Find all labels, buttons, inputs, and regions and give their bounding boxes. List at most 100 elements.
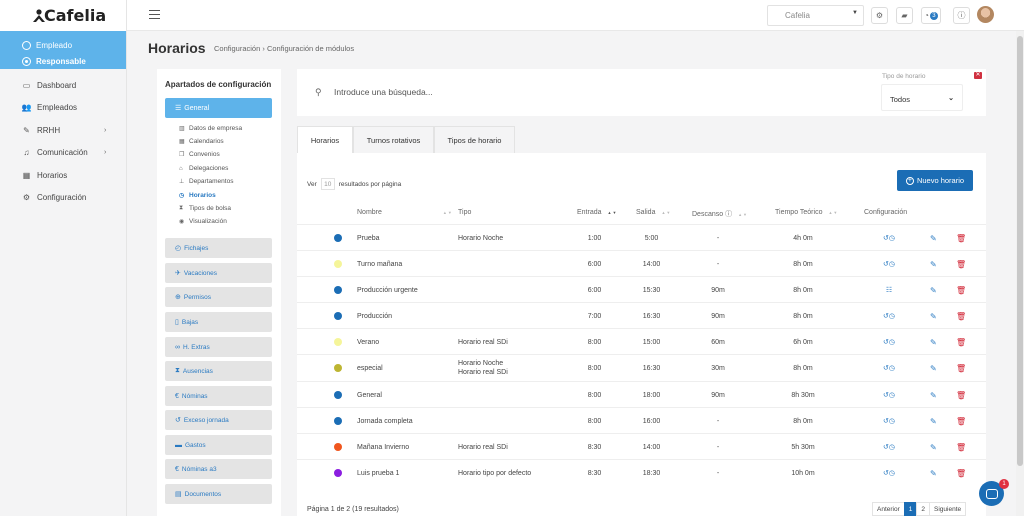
- section-label: Fichajes: [184, 244, 209, 252]
- schedules-card: Ver 10 resultados por página + Nuevo hora…: [297, 153, 986, 516]
- scrollbar-thumb[interactable]: [1017, 36, 1023, 466]
- messages-button[interactable]: ▰: [896, 7, 913, 24]
- clear-filter-icon[interactable]: ✕: [974, 72, 982, 79]
- edit-icon[interactable]: ✎: [930, 355, 937, 381]
- tab-turnos-rotativos[interactable]: Turnos rotativos: [353, 126, 434, 153]
- app-logo[interactable]: Cafelia: [0, 0, 126, 31]
- trash-icon[interactable]: 🗑: [956, 303, 966, 329]
- edit-icon[interactable]: ✎: [930, 408, 937, 434]
- section-nominas[interactable]: € Nóminas: [165, 386, 272, 406]
- history-icon[interactable]: ↺◷: [879, 460, 899, 486]
- col-nombre[interactable]: Nombre ▲▼: [357, 209, 453, 216]
- subitem-datos-empresa[interactable]: ▥ Datos de empresa: [179, 125, 242, 132]
- calendar-icon: ▦: [179, 139, 185, 145]
- section-ausencias[interactable]: ⧗ Ausencias: [165, 361, 272, 381]
- table-row: Jornada completa 8:00 16:00 - 8h 0m ↺◷ ✎ 🗑: [297, 407, 986, 433]
- nav-configuracion[interactable]: ⚙ Configuración: [0, 187, 126, 210]
- search-input[interactable]: Introduce una búsqueda...: [334, 87, 433, 97]
- edit-icon[interactable]: ✎: [930, 277, 937, 303]
- section-documentos[interactable]: ▤ Documentos: [165, 484, 272, 504]
- section-vacaciones[interactable]: ✈ Vacaciones: [165, 263, 272, 283]
- subitem-horarios[interactable]: ◷ Horarios: [179, 192, 216, 199]
- role-responsable[interactable]: Responsable: [0, 53, 126, 69]
- nav-horarios[interactable]: ▦ Horarios: [0, 164, 126, 187]
- settings-button[interactable]: ⚙: [871, 7, 888, 24]
- trash-icon[interactable]: 🗑: [956, 434, 966, 460]
- history-icon[interactable]: ↺◷: [879, 225, 899, 251]
- tab-tipos-horario[interactable]: Tipos de horario: [434, 126, 515, 153]
- section-label: Nóminas a3: [181, 465, 217, 473]
- subitem-convenios[interactable]: ❐ Convenios: [179, 151, 220, 158]
- page-1-button[interactable]: 1: [903, 502, 918, 516]
- col-tiempo-teorico[interactable]: Tiempo Teórico ▲▼: [775, 209, 838, 216]
- trash-icon[interactable]: 🗑: [956, 251, 966, 277]
- trash-icon[interactable]: 🗑: [956, 382, 966, 408]
- section-gastos[interactable]: ▬ Gastos: [165, 435, 272, 455]
- section-fichajes[interactable]: ◴ Fichajes: [165, 238, 272, 258]
- trash-icon[interactable]: 🗑: [956, 277, 966, 303]
- page-2-button[interactable]: 2: [916, 502, 931, 516]
- config-panel: Apartados de configuración ☰ General ▥ Dat…: [157, 69, 281, 516]
- trash-icon[interactable]: 🗑: [956, 329, 966, 355]
- nav-empleados[interactable]: 👥 Empleados: [0, 97, 126, 120]
- role-empleado[interactable]: Empleado: [0, 37, 126, 53]
- col-salida[interactable]: Salida ▲▼: [636, 209, 671, 216]
- subitem-tipos-bolsa[interactable]: ⧗ Tipos de bolsa: [179, 205, 231, 212]
- nav-rrhh[interactable]: ✎ RRHH ›: [0, 119, 126, 142]
- menu-icon[interactable]: [149, 10, 160, 19]
- history-icon[interactable]: ↺◷: [879, 251, 899, 277]
- section-general[interactable]: ☰ General: [165, 98, 272, 118]
- nav-label: Empleados: [37, 103, 78, 113]
- sliders-icon[interactable]: ☷: [879, 277, 899, 303]
- section-bajas[interactable]: ▯ Bajas: [165, 312, 272, 332]
- trash-icon[interactable]: 🗑: [956, 460, 966, 486]
- col-entrada[interactable]: Entrada ▲▼: [577, 209, 617, 216]
- history-icon[interactable]: ↺◷: [879, 329, 899, 355]
- subitem-label: Horarios: [189, 192, 216, 199]
- edit-icon[interactable]: ✎: [930, 460, 937, 486]
- company-select[interactable]: Cafelia ▼: [767, 5, 864, 26]
- trash-icon[interactable]: 🗑: [956, 408, 966, 434]
- history-icon[interactable]: ↺◷: [879, 355, 899, 381]
- trash-icon[interactable]: 🗑: [956, 355, 966, 381]
- type-line: Horario real SDi: [458, 338, 508, 346]
- document-icon: ▤: [175, 491, 182, 498]
- next-page-button[interactable]: Siguiente: [929, 502, 967, 516]
- edit-icon[interactable]: ✎: [930, 225, 937, 251]
- nav-comunicacion[interactable]: ♫ Comunicación ›: [0, 142, 126, 165]
- prev-page-button[interactable]: Anterior: [872, 502, 905, 516]
- history-icon[interactable]: ↺◷: [879, 408, 899, 434]
- nav-dashboard[interactable]: ▭ Dashboard: [0, 74, 126, 97]
- section-nominas-a3[interactable]: € Nóminas a3: [165, 459, 272, 479]
- tab-horarios[interactable]: Horarios: [297, 126, 353, 153]
- notifications-button[interactable]: ◔ 3: [921, 7, 941, 24]
- edit-icon[interactable]: ✎: [930, 382, 937, 408]
- subitem-visualizacion[interactable]: ◉ Visualización: [179, 218, 227, 225]
- cell-descanso: -: [716, 469, 720, 477]
- history-icon[interactable]: ↺◷: [879, 382, 899, 408]
- chat-button[interactable]: 1: [979, 479, 1009, 506]
- col-descanso[interactable]: Descanso ⓘ ▲▼: [692, 209, 748, 219]
- new-schedule-button[interactable]: + Nuevo horario: [897, 170, 973, 191]
- edit-icon[interactable]: ✎: [930, 329, 937, 355]
- section-permisos[interactable]: ⊕ Permisos: [165, 287, 272, 307]
- col-tipo[interactable]: Tipo: [458, 209, 471, 216]
- history-icon[interactable]: ↺◷: [879, 434, 899, 460]
- subitem-departamentos[interactable]: ⊥ Departamentos: [179, 178, 233, 185]
- subitem-delegaciones[interactable]: ⌂ Delegaciones: [179, 165, 228, 172]
- edit-icon[interactable]: ✎: [930, 303, 937, 329]
- breadcrumb[interactable]: Configuración › Configuración de módulos: [214, 44, 354, 53]
- chevron-right-icon: ›: [104, 149, 107, 157]
- info-button[interactable]: ⓘ: [953, 7, 970, 24]
- trash-icon[interactable]: 🗑: [956, 225, 966, 251]
- section-horas-extras[interactable]: ∞ H. Extras: [165, 337, 272, 357]
- type-filter-select[interactable]: Todos ⌄: [881, 84, 963, 111]
- page-scrollbar[interactable]: [1016, 31, 1024, 516]
- subitem-calendarios[interactable]: ▦ Calendarios: [179, 138, 224, 145]
- avatar[interactable]: [977, 6, 994, 23]
- page-size-input[interactable]: 10: [320, 178, 335, 190]
- section-exceso-jornada[interactable]: ↺ Exceso jornada: [165, 410, 272, 430]
- history-icon[interactable]: ↺◷: [879, 303, 899, 329]
- edit-icon[interactable]: ✎: [930, 434, 937, 460]
- edit-icon[interactable]: ✎: [930, 251, 937, 277]
